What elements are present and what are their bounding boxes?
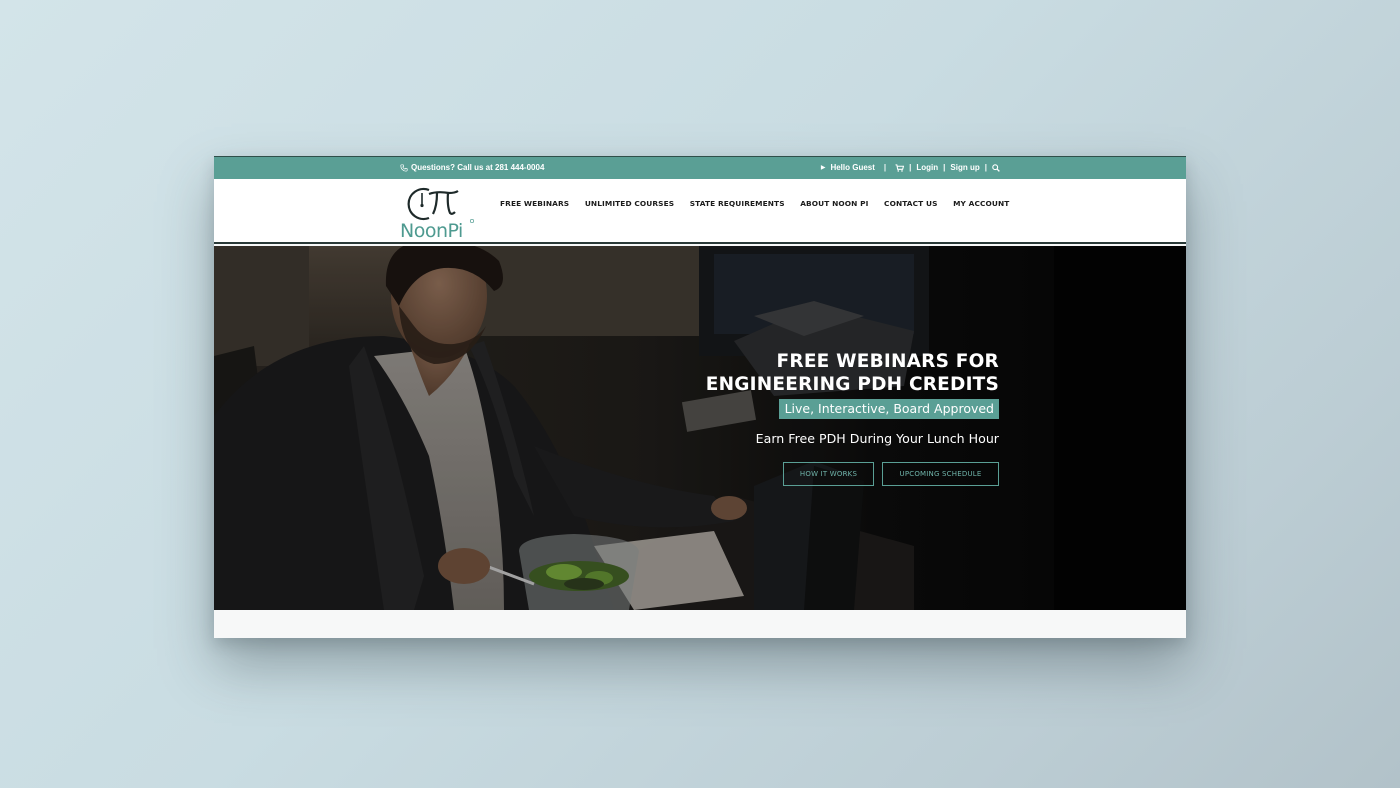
hero-title: FREE WEBINARS FOR ENGINEERING PDH CREDIT… xyxy=(706,350,999,396)
hero-buttons: HOW IT WORKS UPCOMING SCHEDULE xyxy=(706,462,999,486)
main-navigation-bar: NoonPi FREE WEBINARS UNLIMITED COURSES S… xyxy=(214,179,1186,244)
below-hero-strip xyxy=(214,610,1186,638)
hero-title-line2: ENGINEERING PDH CREDITS xyxy=(705,374,999,395)
separator: | xyxy=(943,163,946,172)
nav-state-requirements[interactable]: STATE REQUIREMENTS xyxy=(690,199,785,208)
hero-banner: FREE WEBINARS FOR ENGINEERING PDH CREDIT… xyxy=(214,246,1186,610)
search-icon[interactable] xyxy=(992,163,1000,172)
hero-tagline: Live, Interactive, Board Approved xyxy=(778,399,999,419)
hero-photo-man-eating-at-desk xyxy=(214,246,1186,610)
cart-icon[interactable] xyxy=(895,163,905,172)
caret-right-icon: ▶ xyxy=(820,165,826,171)
nav-unlimited-courses[interactable]: UNLIMITED COURSES xyxy=(585,199,674,208)
separator: | xyxy=(984,163,987,172)
phone-icon xyxy=(400,163,408,172)
nav-contact-us[interactable]: CONTACT US xyxy=(884,199,937,208)
account-links: ▶ Hello Guest | | Login | Sign up | xyxy=(821,163,1000,172)
nav-my-account[interactable]: MY ACCOUNT xyxy=(953,199,1009,208)
logo-clock-pi-icon xyxy=(407,187,475,224)
hero-subtitle: Earn Free PDH During Your Lunch Hour xyxy=(755,431,999,446)
nav-free-webinars[interactable]: FREE WEBINARS xyxy=(500,199,569,208)
site-logo[interactable]: NoonPi xyxy=(399,184,479,242)
how-it-works-button[interactable]: HOW IT WORKS xyxy=(783,462,874,486)
nav-about-noon-pi[interactable]: ABOUT NOON PI xyxy=(800,199,868,208)
browser-page-frame: Questions? Call us at 281 444-0004 ▶ Hel… xyxy=(214,156,1186,638)
top-utility-bar: Questions? Call us at 281 444-0004 ▶ Hel… xyxy=(214,156,1186,179)
greeting-text[interactable]: Hello Guest xyxy=(830,163,874,172)
hero-content: FREE WEBINARS FOR ENGINEERING PDH CREDIT… xyxy=(706,350,999,486)
logo-text: NoonPi xyxy=(400,220,463,242)
phone-text: Questions? Call us at 281 444-0004 xyxy=(411,163,545,172)
hero-title-line1: FREE WEBINARS FOR xyxy=(776,351,999,372)
separator: | xyxy=(883,163,887,172)
upcoming-schedule-button[interactable]: UPCOMING SCHEDULE xyxy=(882,462,999,486)
signup-link[interactable]: Sign up xyxy=(950,163,979,172)
phone-contact[interactable]: Questions? Call us at 281 444-0004 xyxy=(400,163,544,172)
separator: | xyxy=(909,163,912,172)
login-link[interactable]: Login xyxy=(916,163,938,172)
nav-links: FREE WEBINARS UNLIMITED COURSES STATE RE… xyxy=(500,199,1009,208)
